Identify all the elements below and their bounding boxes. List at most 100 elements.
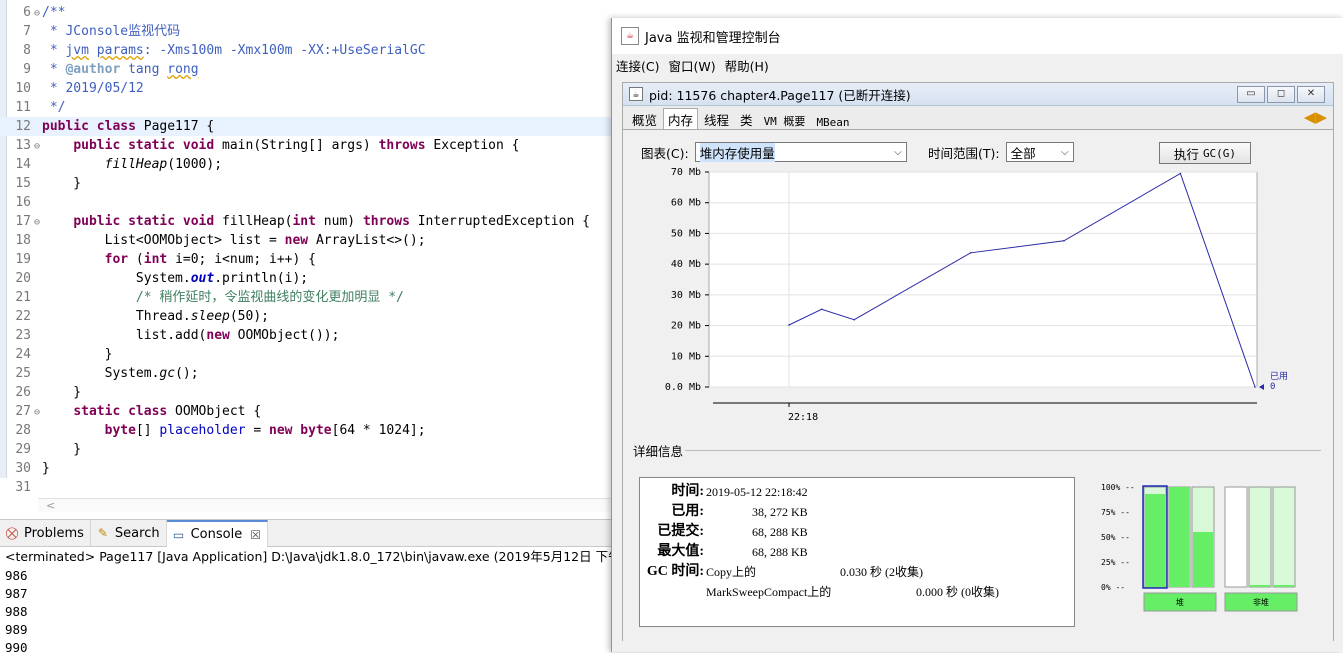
line-number: 18: [15, 233, 31, 248]
y-tick-label: 60 Mb: [671, 198, 701, 209]
scroll-left-arrow-icon[interactable]: <: [46, 499, 55, 512]
code-line[interactable]: 12 public class Page117 {: [0, 117, 612, 136]
tab-mbean[interactable]: MBean: [811, 114, 854, 130]
code-line[interactable]: 23 list.add(new OOMObject());: [0, 326, 612, 345]
tab-search[interactable]: ✎ Search: [91, 520, 167, 546]
line-number: 20: [15, 271, 31, 286]
menu-window[interactable]: 窗口(W): [668, 56, 715, 75]
code-text: */: [42, 100, 66, 115]
tab-problems-label: Problems: [24, 525, 84, 541]
perform-gc-button[interactable]: 执行 GC(G): [1159, 142, 1251, 164]
code-line[interactable]: 17 ⊖ public static void fillHeap(int num)…: [0, 212, 612, 231]
fold-toggle-icon[interactable]: ⊖: [34, 403, 42, 422]
code-line[interactable]: 10 * 2019/05/12: [0, 79, 612, 98]
legend-label: 已用: [1270, 371, 1288, 382]
tab-threads[interactable]: 线程: [699, 108, 734, 130]
code-text: System.gc();: [42, 366, 199, 381]
pool-axis-tick-label: 100% --: [1101, 483, 1135, 492]
max-row: 最大值: 68, 288 KB: [640, 542, 1074, 562]
tab-memory[interactable]: 内存: [663, 108, 699, 130]
maximize-button[interactable]: ◻: [1267, 86, 1295, 103]
code-line[interactable]: 21 /* 稍作延时，令监视曲线的变化更加明显 */: [0, 288, 612, 307]
pool-bar[interactable]: [1248, 486, 1272, 588]
nonheap-group-label: 非堆: [1253, 597, 1269, 607]
tab-console-label: Console: [190, 527, 243, 542]
tab-vm-summary[interactable]: VM 概要: [759, 111, 811, 130]
code-line[interactable]: 8 * jvm params: -Xms100m -Xmx100m -XX:+U…: [0, 41, 612, 60]
code-editor[interactable]: 6 ⊖/** 7 * JConsole监视代码 8 * jvm params: -Xm…: [0, 0, 612, 514]
editor-horizontal-scrollbar[interactable]: <: [38, 498, 612, 512]
max-value: 68, 288 KB: [752, 545, 808, 559]
code-line[interactable]: 30}: [0, 459, 612, 478]
tab-overview[interactable]: 概览: [627, 108, 662, 130]
code-line[interactable]: 26 }: [0, 383, 612, 402]
plot-area: [708, 171, 1258, 388]
tab-problems[interactable]: ⛒ Problems: [0, 520, 91, 546]
close-button[interactable]: ✕: [1297, 86, 1325, 103]
code-line[interactable]: 15 }: [0, 174, 612, 193]
console-output-line: 986: [5, 568, 28, 583]
pool-bar-fill: [1145, 494, 1165, 587]
fold-toggle-icon[interactable]: ⊖: [34, 213, 42, 232]
code-text: fillHeap(1000);: [104, 157, 223, 172]
range-select[interactable]: 全部 ⌵: [1005, 142, 1074, 162]
chart-selector-group: 图表(C): 堆内存使用量 ⌵: [641, 142, 907, 162]
code-line[interactable]: 11 */: [0, 98, 612, 117]
line-number: 8: [23, 43, 31, 58]
code-line[interactable]: 22 Thread.sleep(50);: [0, 307, 612, 326]
menubar: 连接(C) 窗口(W) 帮助(H): [612, 54, 1343, 76]
code-line[interactable]: 13 ⊖ public static void main(String[] arg…: [0, 136, 612, 155]
line-number: 28: [15, 423, 31, 438]
code-line[interactable]: 16: [0, 193, 612, 212]
menu-connect[interactable]: 连接(C): [616, 56, 659, 75]
fold-toggle-icon[interactable]: ⊖: [34, 4, 42, 23]
code-line[interactable]: 29 }: [0, 440, 612, 459]
heap-group-label: 堆: [1176, 597, 1184, 607]
tab-console[interactable]: ▭ Console ☒: [166, 520, 268, 547]
minimize-button[interactable]: ▭: [1237, 86, 1265, 103]
line-number: 10: [15, 81, 31, 96]
code-line[interactable]: 28 byte[] placeholder = new byte[64 * 10…: [0, 421, 612, 440]
fold-toggle-icon[interactable]: ⊖: [34, 137, 42, 156]
tab-classes[interactable]: 类: [735, 108, 758, 130]
code-line[interactable]: 7 * JConsole监视代码: [0, 22, 612, 41]
code-text: list.add(new OOMObject());: [42, 328, 340, 343]
console-output-line: 990: [5, 640, 28, 653]
code-line[interactable]: 24 }: [0, 345, 612, 364]
console-output-line: 988: [5, 604, 28, 619]
close-icon[interactable]: ☒: [250, 528, 261, 542]
line-number: 25: [15, 366, 31, 381]
x-tick-label: 22:18: [788, 412, 818, 423]
gc-button-label: 执行: [1173, 146, 1199, 162]
code-text: /* 稍作延时，令监视曲线的变化更加明显 */: [135, 290, 404, 305]
code-text: * JConsole监视代码: [42, 24, 181, 39]
line-number: 15: [15, 176, 31, 191]
code-line[interactable]: 20 System.out.println(i);: [0, 269, 612, 288]
chart-select[interactable]: 堆内存使用量 ⌵: [694, 142, 907, 162]
y-tick-label: 10 Mb: [671, 351, 701, 362]
range-label: 时间范围(T):: [928, 145, 1000, 161]
code-line[interactable]: 9 * @author tang rong: [0, 60, 612, 79]
chart-label: 图表(C):: [641, 145, 689, 161]
code-line[interactable]: 14 fillHeap(1000);: [0, 155, 612, 174]
pool-bar-fill: [1250, 585, 1270, 587]
console-status: <terminated> Page117 [Java Application] …: [5, 549, 612, 564]
code-line[interactable]: 31: [0, 478, 612, 497]
jconsole-titlebar[interactable]: ☕ Java 监视和管理控制台: [612, 18, 1343, 54]
code-line[interactable]: 19 for (int i=0; i<num; i++) {: [0, 250, 612, 269]
pool-bar[interactable]: [1272, 486, 1296, 588]
line-number: 29: [15, 442, 31, 457]
code-line[interactable]: 18 List<OOMObject> list = new ArrayList<…: [0, 231, 612, 250]
code-line[interactable]: 27 ⊖ static class OOMObject {: [0, 402, 612, 421]
pool-bar[interactable]: [1224, 486, 1248, 588]
jconsole-tabs: 概览 内存 线程 类 VM 概要 MBean ◀▶: [623, 108, 1333, 130]
code-line[interactable]: 6 ⊖/**: [0, 3, 612, 22]
code-line[interactable]: 25 System.gc();: [0, 364, 612, 383]
speaker-icon[interactable]: ◀▶: [1304, 108, 1327, 126]
time-row: 时间: 2019-05-12 22:18:42: [640, 482, 1074, 502]
menu-help[interactable]: 帮助(H): [725, 56, 769, 75]
heap-used-point: [853, 318, 856, 321]
internal-frame-titlebar[interactable]: ☕ pid: 11576 chapter4.Page117 (已断开连接) ▭ …: [623, 83, 1333, 106]
committed-value: 68, 288 KB: [752, 525, 808, 539]
code-text: public static void main(String[] args) t…: [73, 138, 520, 153]
